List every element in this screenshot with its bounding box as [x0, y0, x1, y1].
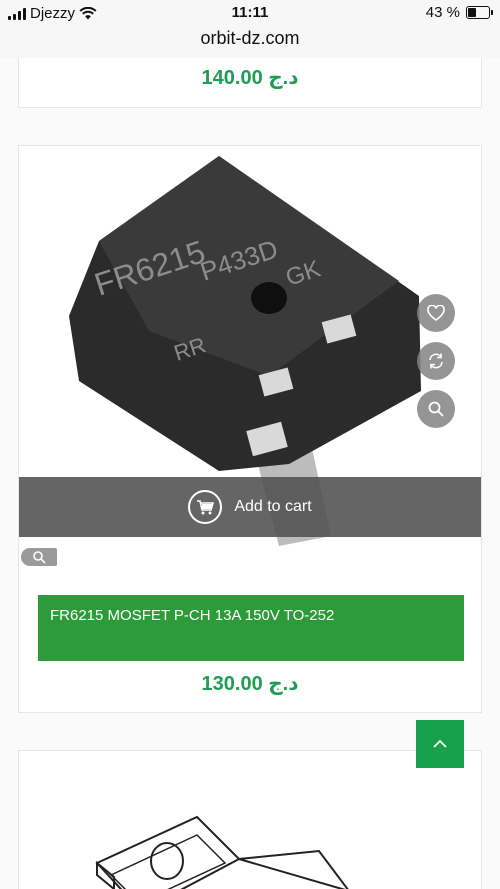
product-title[interactable]: FR6215 MOSFET P-CH 13A 150V TO-252 [38, 595, 464, 661]
battery-icon [466, 6, 493, 19]
product-card[interactable]: FR6215 P433D GK RR Add to cart FR6215 MO… [18, 145, 482, 713]
compare-button[interactable] [417, 342, 455, 380]
product-price: 130.00 د.ج [201, 673, 299, 695]
search-icon [428, 401, 444, 417]
refresh-icon [429, 353, 443, 369]
heart-icon [427, 305, 445, 321]
product-image[interactable] [19, 751, 481, 889]
product-card[interactable]: 140.00 د.ج [18, 58, 482, 108]
add-to-cart-button[interactable]: Add to cart [19, 477, 481, 537]
battery-status: 43 % [425, 4, 493, 21]
back-to-top-button[interactable] [416, 720, 464, 768]
url-bar[interactable]: orbit-dz.com [0, 26, 500, 60]
product-grid: 140.00 د.ج FR6215 P433D GK RR Add to car… [0, 58, 500, 889]
wishlist-button[interactable] [417, 294, 455, 332]
magnifier-icon [33, 551, 46, 564]
zoom-button[interactable] [21, 548, 57, 566]
battery-percent: 43 % [425, 4, 460, 21]
cart-icon [188, 490, 223, 524]
chevron-up-icon [433, 739, 447, 748]
product-price: 140.00 د.ج [201, 67, 299, 89]
status-bar: Djezzy 11:11 43 % [0, 0, 500, 26]
quick-view-button[interactable] [417, 390, 455, 428]
add-to-cart-label: Add to cart [234, 498, 312, 515]
product-card[interactable] [18, 750, 482, 889]
